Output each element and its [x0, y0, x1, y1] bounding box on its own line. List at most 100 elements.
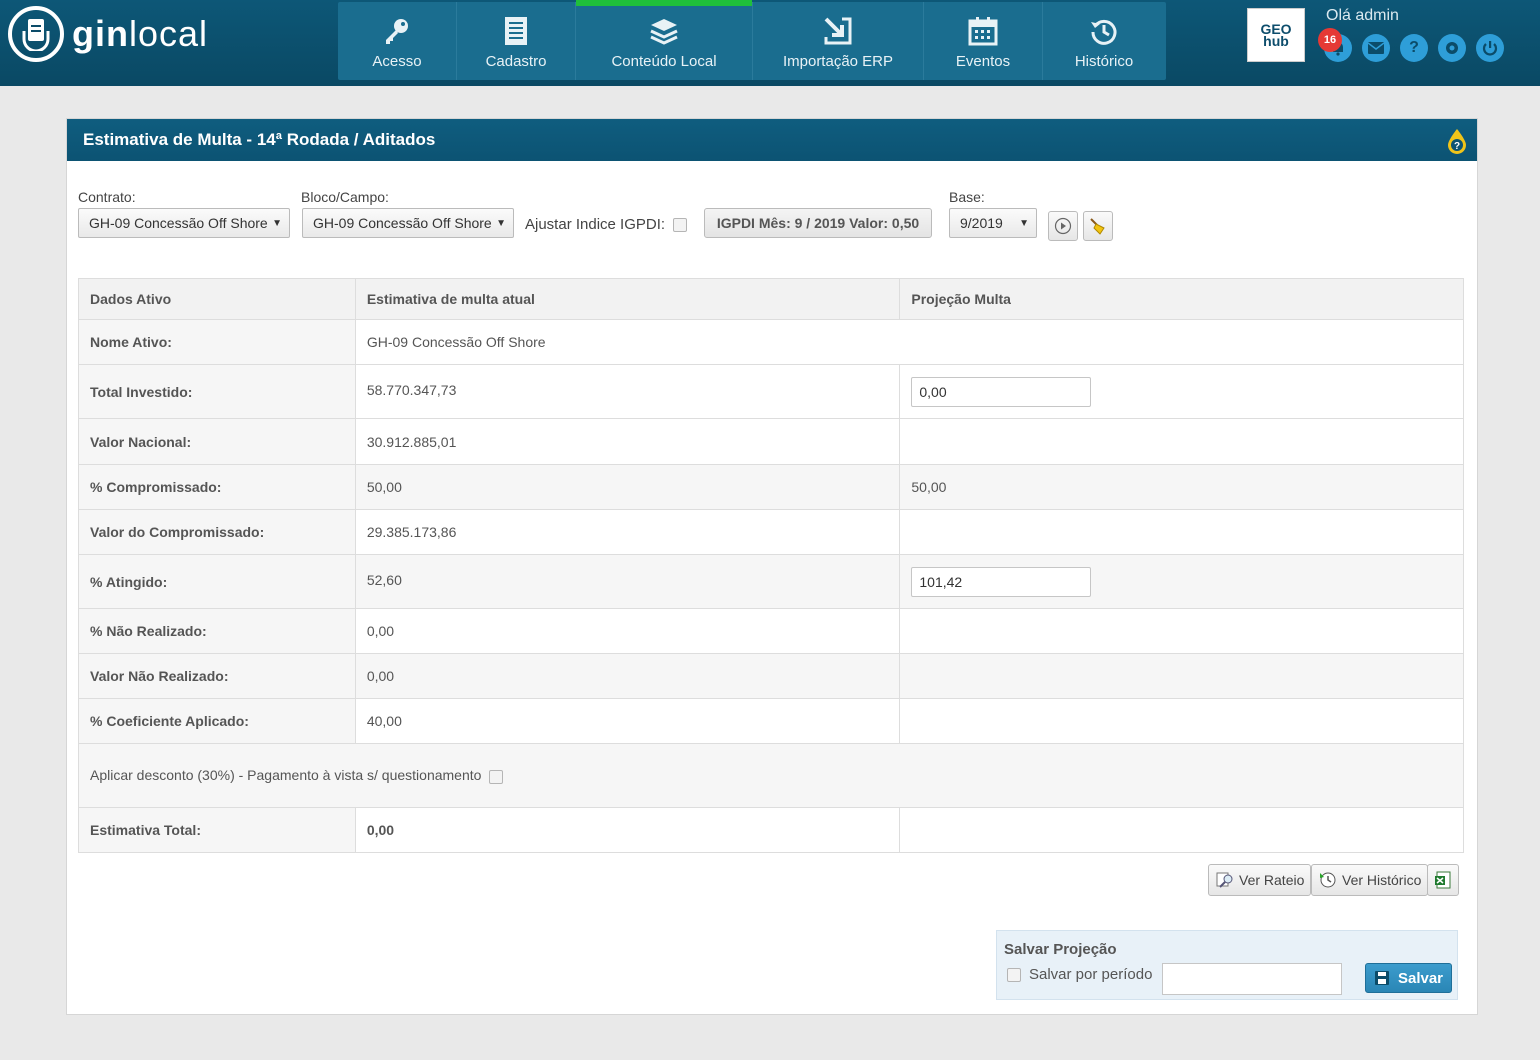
table-row: % Não Realizado: 0,00: [78, 608, 1464, 654]
bloco-value: GH-09 Concessão Off Shore: [313, 215, 492, 231]
chevron-down-icon: ▼: [496, 218, 506, 229]
clear-button[interactable]: [1083, 211, 1113, 241]
panel-header: Estimativa de Multa - 14ª Rodada / Adita…: [67, 119, 1477, 161]
calendar-icon: [968, 16, 998, 45]
ajustar-igpdi: Ajustar Indice IGPDI:: [525, 216, 688, 233]
top-bar: ginlocal Acesso Cadastro Conteúdo Local …: [0, 0, 1540, 86]
table-row: % Coeficiente Aplicado: 40,00: [78, 698, 1464, 744]
play-button[interactable]: [1048, 211, 1078, 241]
save-period-label: Salvar por período: [1029, 966, 1153, 983]
excel-icon: [1435, 871, 1451, 889]
app-logo[interactable]: ginlocal: [8, 4, 208, 64]
broom-icon: [1090, 218, 1105, 235]
table-row: % Compromissado: 50,00 50,00: [78, 464, 1464, 510]
row-projection: [899, 364, 1464, 419]
period-input[interactable]: [1162, 963, 1342, 995]
row-current: GH-09 Concessão Off Shore: [354, 319, 1465, 365]
nav-cadastro[interactable]: Cadastro: [457, 2, 576, 80]
chevron-down-icon: ▼: [272, 218, 282, 229]
row-current: 30.912.885,01: [354, 418, 901, 465]
discount-checkbox[interactable]: [489, 769, 504, 784]
logo-text-bold: gin: [72, 13, 129, 54]
total-row: Estimativa Total: 0,00: [78, 807, 1464, 853]
ver-historico-label: Ver Histórico: [1342, 872, 1422, 888]
nav-historico-label: Histórico: [1074, 52, 1134, 70]
row-projection: [899, 653, 1464, 699]
table-row: Valor do Compromissado: 29.385.173,86: [78, 509, 1464, 555]
row-projection: [899, 554, 1464, 609]
discount-cell: Aplicar desconto (30%) - Pagamento à vis…: [78, 743, 1464, 808]
base-label: Base:: [949, 189, 985, 205]
nav-acesso-label: Acesso: [372, 52, 422, 70]
document-icon: [505, 16, 527, 45]
row-current: 0,00: [354, 653, 901, 699]
nav-acesso[interactable]: Acesso: [338, 2, 457, 80]
salvar-label: Salvar: [1397, 969, 1444, 987]
total-projection: [899, 807, 1464, 853]
bloco-select[interactable]: GH-09 Concessão Off Shore ▼: [302, 208, 514, 238]
svg-text:?: ?: [1454, 141, 1460, 152]
save-title: Salvar Projeção: [1004, 941, 1117, 958]
floppy-icon: [1374, 971, 1389, 985]
row-projection: [899, 418, 1464, 465]
contrato-select[interactable]: GH-09 Concessão Off Shore ▼: [78, 208, 290, 238]
row-label: % Não Realizado:: [78, 608, 356, 654]
atingido-input[interactable]: [911, 566, 1092, 597]
table-row: Valor Nacional: 30.912.885,01: [78, 418, 1464, 465]
logo-text-light: local: [128, 13, 209, 54]
filter-bar: Contrato: GH-09 Concessão Off Shore ▼ Blo…: [78, 189, 1468, 249]
ver-historico-button[interactable]: Ver Histórico: [1311, 864, 1429, 896]
total-value: 0,00: [354, 807, 901, 853]
nav-cadastro-label: Cadastro: [485, 52, 547, 70]
power-icon[interactable]: [1476, 34, 1504, 62]
export-excel-button[interactable]: [1427, 864, 1459, 896]
table-header-row: Dados Ativo Estimativa de multa atual Pr…: [78, 278, 1464, 320]
ver-rateio-label: Ver Rateio: [1239, 872, 1305, 888]
row-current: 52,60: [354, 554, 901, 609]
table-row: Valor Não Realizado: 0,00: [78, 653, 1464, 699]
estimate-table: Dados Ativo Estimativa de multa atual Pr…: [78, 278, 1465, 853]
settings-icon[interactable]: [1438, 34, 1466, 62]
total-label: Estimativa Total:: [78, 807, 356, 853]
base-select[interactable]: 9/2019 ▼: [949, 208, 1037, 238]
row-label: % Compromissado:: [78, 464, 356, 510]
salvar-button[interactable]: Salvar: [1365, 963, 1452, 993]
col-projecao-multa: Projeção Multa: [899, 278, 1464, 320]
row-projection: [899, 698, 1464, 744]
row-projection: 50,00: [899, 464, 1464, 510]
save-period-checkbox[interactable]: [1007, 967, 1021, 982]
ver-rateio-button[interactable]: Ver Rateio: [1208, 864, 1312, 896]
nav-eventos[interactable]: Eventos: [924, 2, 1043, 80]
help-icon[interactable]: ?: [1400, 34, 1428, 62]
row-label: Valor do Compromissado:: [78, 509, 356, 555]
geohub-logo[interactable]: GEO hub: [1247, 8, 1305, 62]
row-label: Total Investido:: [78, 364, 356, 419]
row-label: Valor Nacional:: [78, 418, 356, 465]
mail-icon[interactable]: [1362, 34, 1390, 62]
play-icon: [1054, 217, 1072, 235]
table-row: Nome Ativo: GH-09 Concessão Off Shore: [78, 319, 1465, 365]
greeting: Olá admin: [1326, 7, 1399, 24]
nav-conteudo-local[interactable]: Conteúdo Local: [576, 0, 753, 80]
bell-icon[interactable]: 16: [1318, 28, 1352, 62]
magnifier-icon: [1216, 872, 1233, 888]
table-row: Total Investido: 58.770.347,73: [78, 364, 1464, 419]
nav-historico[interactable]: Histórico: [1043, 2, 1165, 80]
ajustar-igpdi-checkbox[interactable]: [673, 218, 688, 233]
row-current: 50,00: [354, 464, 901, 510]
main-panel: Estimativa de Multa - 14ª Rodada / Adita…: [66, 118, 1478, 1015]
row-label: % Coeficiente Aplicado:: [78, 698, 356, 744]
nav-importacao-erp[interactable]: Importação ERP: [753, 2, 924, 80]
key-icon: [386, 18, 408, 44]
help-drop-icon[interactable]: ?: [1445, 127, 1469, 155]
total-investido-input[interactable]: [911, 376, 1092, 407]
row-current: 40,00: [354, 698, 901, 744]
nav-eventos-label: Eventos: [955, 52, 1011, 70]
row-label: Valor Não Realizado:: [78, 653, 356, 699]
history-icon: [1091, 19, 1117, 45]
col-dados-ativo: Dados Ativo: [78, 278, 356, 320]
row-current: 0,00: [354, 608, 901, 654]
row-label: Nome Ativo:: [78, 319, 356, 365]
notification-badge: 16: [1318, 28, 1342, 52]
igpdi-info: IGPDI Mês: 9 / 2019 Valor: 0,50: [704, 208, 932, 238]
